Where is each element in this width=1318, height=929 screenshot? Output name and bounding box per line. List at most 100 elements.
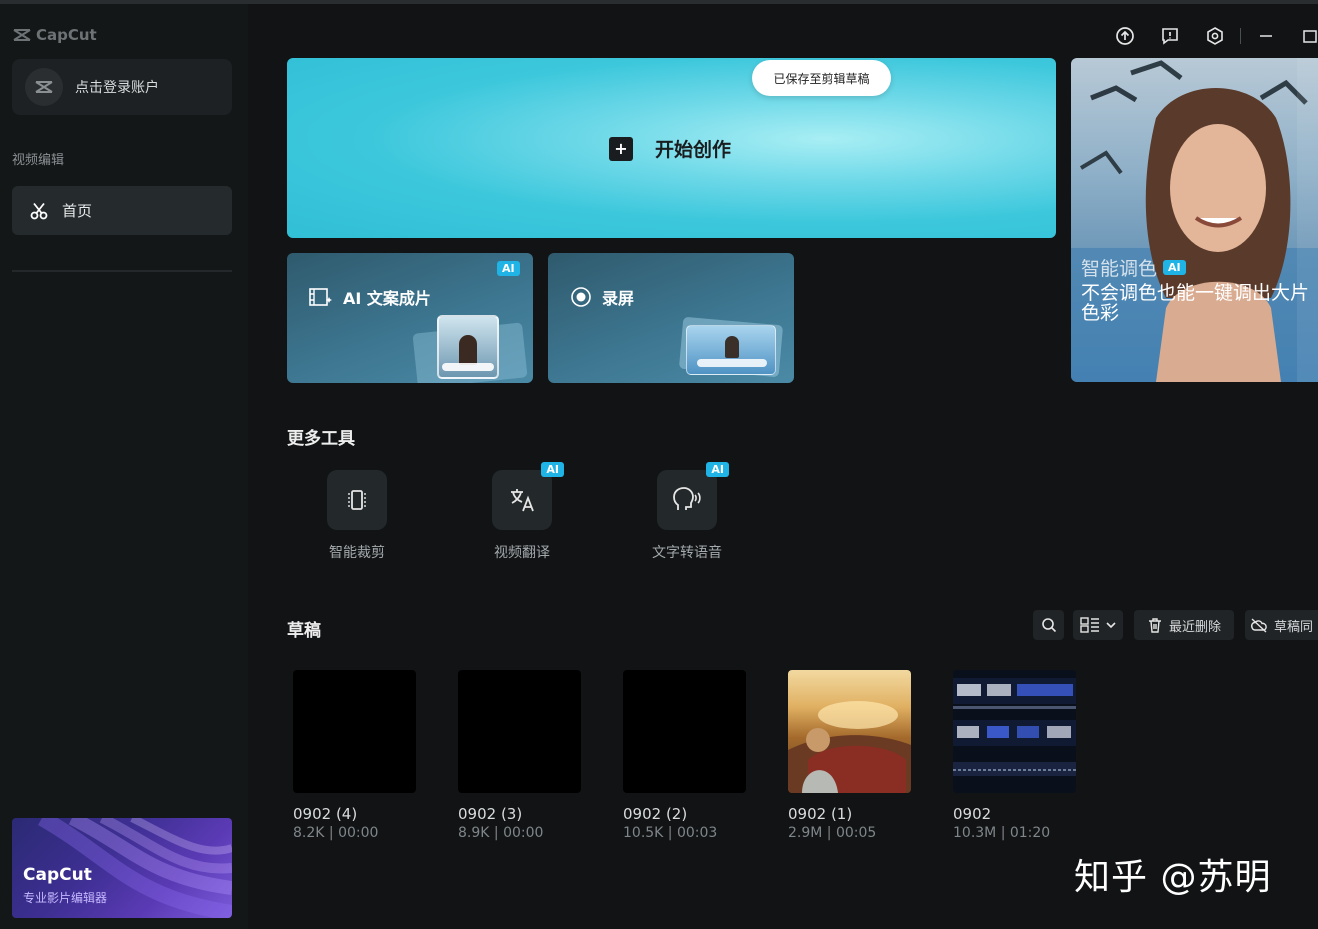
ai-script-to-video-card[interactable]: AI AI 文案成片 bbox=[287, 253, 533, 383]
tool-icon-box bbox=[327, 470, 387, 530]
scissors-icon bbox=[30, 202, 48, 219]
login-button[interactable]: 点击登录账户 bbox=[12, 59, 232, 115]
record-icon bbox=[571, 287, 591, 307]
chevron-down-icon bbox=[1106, 622, 1116, 629]
draft-thumbnail bbox=[623, 670, 746, 793]
card-thumbnail bbox=[686, 325, 776, 375]
cloud-sync-button[interactable]: 草稿同 bbox=[1245, 610, 1318, 640]
translate-icon bbox=[511, 489, 534, 512]
tool-icon-box: AI bbox=[657, 462, 729, 530]
cloud-sync-label: 草稿同 bbox=[1273, 619, 1313, 635]
draft-meta: 2.9M | 00:05 bbox=[788, 825, 877, 841]
sidebar-item-home-label: 首页 bbox=[62, 202, 93, 220]
app-name: CapCut bbox=[36, 26, 97, 44]
upload-icon bbox=[1116, 27, 1134, 45]
window-controls-divider bbox=[1238, 24, 1242, 48]
draft-name: 0902 (3) bbox=[458, 805, 523, 823]
drafts-heading: 草稿 bbox=[287, 621, 321, 641]
draft-thumbnail bbox=[293, 670, 416, 793]
draft-meta: 10.3M | 01:20 bbox=[953, 825, 1051, 841]
recent-delete-button[interactable]: 最近删除 bbox=[1134, 610, 1234, 640]
tool-card-title: AI 文案成片 bbox=[309, 285, 431, 309]
tool-card-label: AI 文案成片 bbox=[343, 289, 431, 308]
thumbnail-text-frames bbox=[953, 678, 1076, 776]
settings-icon bbox=[1207, 27, 1223, 45]
grid-view-icon bbox=[1080, 617, 1099, 633]
feedback-icon bbox=[1162, 28, 1178, 45]
ai-badge: AI bbox=[541, 462, 564, 477]
draft-search-button[interactable] bbox=[1033, 610, 1064, 640]
film-sparkle-icon bbox=[309, 288, 332, 306]
draft-name: 0902 (1) bbox=[788, 805, 853, 823]
tool-label: 智能裁剪 bbox=[329, 545, 385, 561]
draft-item[interactable]: 0902 (2) 10.5K | 00:03 bbox=[623, 670, 746, 841]
thumbnail-person bbox=[725, 336, 739, 358]
tool-label: 文字转语音 bbox=[652, 545, 722, 561]
tool-video-translate[interactable]: AI 视频翻译 bbox=[462, 462, 582, 562]
promo-subtitle: 专业影片编辑器 bbox=[23, 891, 108, 905]
sidebar-item-home[interactable]: 首页 bbox=[12, 186, 232, 235]
capcut-avatar-icon bbox=[35, 81, 53, 93]
tool-label: 视频翻译 bbox=[494, 545, 550, 561]
draft-meta: 8.2K | 00:00 bbox=[293, 825, 379, 841]
capcut-app: CapCut 点击登录账户 视频编辑 首页 CapCut 专业影片编辑器 已保存… bbox=[0, 0, 1318, 929]
draft-thumbnail bbox=[458, 670, 581, 793]
ai-badge: AI bbox=[706, 462, 729, 477]
smart-color-description: 不会调色也能一键调出大片色彩 bbox=[1081, 282, 1310, 324]
draft-meta: 10.5K | 00:03 bbox=[623, 825, 718, 841]
minimize-icon bbox=[1260, 35, 1272, 37]
smart-color-promo[interactable]: 智能调色 AI 不会调色也能一键调出大片色彩 bbox=[1071, 58, 1318, 382]
thumbnail-input-bar bbox=[442, 363, 494, 371]
login-label: 点击登录账户 bbox=[75, 80, 159, 96]
ai-badge: AI bbox=[1163, 260, 1186, 275]
smart-color-title-label: 智能调色 bbox=[1081, 258, 1158, 280]
trash-icon bbox=[1148, 618, 1161, 633]
draft-item[interactable]: 0902 10.3M | 01:20 bbox=[953, 670, 1076, 841]
smart-color-title: 智能调色 AI bbox=[1081, 254, 1186, 281]
capcut-logo-icon bbox=[13, 29, 31, 41]
search-icon bbox=[1041, 618, 1056, 633]
minimize-button[interactable] bbox=[1254, 24, 1278, 48]
more-tools-heading: 更多工具 bbox=[287, 429, 355, 449]
recent-delete-label: 最近删除 bbox=[1168, 619, 1221, 635]
hero-label: 开始创作 bbox=[655, 139, 732, 161]
draft-item[interactable]: 0902 (4) 8.2K | 00:00 bbox=[293, 670, 416, 841]
draft-item[interactable]: 0902 (3) 8.9K | 00:00 bbox=[458, 670, 581, 841]
draft-item[interactable]: 0902 (1) 2.9M | 00:05 bbox=[788, 670, 911, 841]
thumbnail-control-bar bbox=[697, 359, 767, 367]
promo-banner[interactable]: CapCut 专业影片编辑器 bbox=[12, 818, 232, 918]
upload-button[interactable] bbox=[1113, 24, 1137, 48]
thumbnail-car-scene bbox=[788, 701, 911, 793]
tool-icon-box: AI bbox=[492, 462, 564, 530]
view-mode-dropdown[interactable] bbox=[1073, 610, 1123, 640]
maximize-button[interactable] bbox=[1300, 24, 1318, 48]
app-logo: CapCut bbox=[12, 26, 97, 44]
hero-cta: + 开始创作 bbox=[609, 135, 731, 162]
screen-record-card[interactable]: 录屏 bbox=[548, 253, 794, 383]
plus-icon: + bbox=[609, 136, 633, 161]
feedback-button[interactable] bbox=[1158, 24, 1182, 48]
sidebar-divider bbox=[12, 270, 232, 272]
zhihu-watermark: 知乎 @苏明 bbox=[1074, 857, 1272, 898]
ai-badge: AI bbox=[497, 261, 520, 276]
avatar bbox=[25, 68, 63, 106]
tool-text-to-speech[interactable]: AI 文字转语音 bbox=[627, 462, 747, 562]
thumbnail-person bbox=[459, 335, 477, 365]
draft-name: 0902 (2) bbox=[623, 805, 688, 823]
settings-button[interactable] bbox=[1203, 24, 1227, 48]
draft-meta: 8.9K | 00:00 bbox=[458, 825, 544, 841]
draft-saved-toast: 已保存至剪辑草稿 bbox=[752, 60, 891, 96]
sidebar: CapCut 点击登录账户 视频编辑 首页 CapCut 专业影片编辑器 bbox=[0, 4, 248, 929]
promo-title: CapCut bbox=[23, 865, 92, 885]
tool-smart-crop[interactable]: 智能裁剪 bbox=[297, 470, 417, 562]
maximize-icon bbox=[1303, 30, 1317, 43]
start-creating-button[interactable]: 已保存至剪辑草稿 + 开始创作 bbox=[287, 58, 1056, 238]
draft-name: 0902 bbox=[953, 805, 992, 823]
draft-name: 0902 (4) bbox=[293, 805, 358, 823]
text-to-speech-icon bbox=[673, 487, 701, 510]
tool-card-label: 录屏 bbox=[602, 289, 635, 308]
cloud-off-icon bbox=[1250, 618, 1267, 633]
card-thumbnail bbox=[437, 315, 499, 379]
draft-thumbnail bbox=[788, 670, 911, 793]
promo-portrait-graphic bbox=[1071, 58, 1318, 382]
